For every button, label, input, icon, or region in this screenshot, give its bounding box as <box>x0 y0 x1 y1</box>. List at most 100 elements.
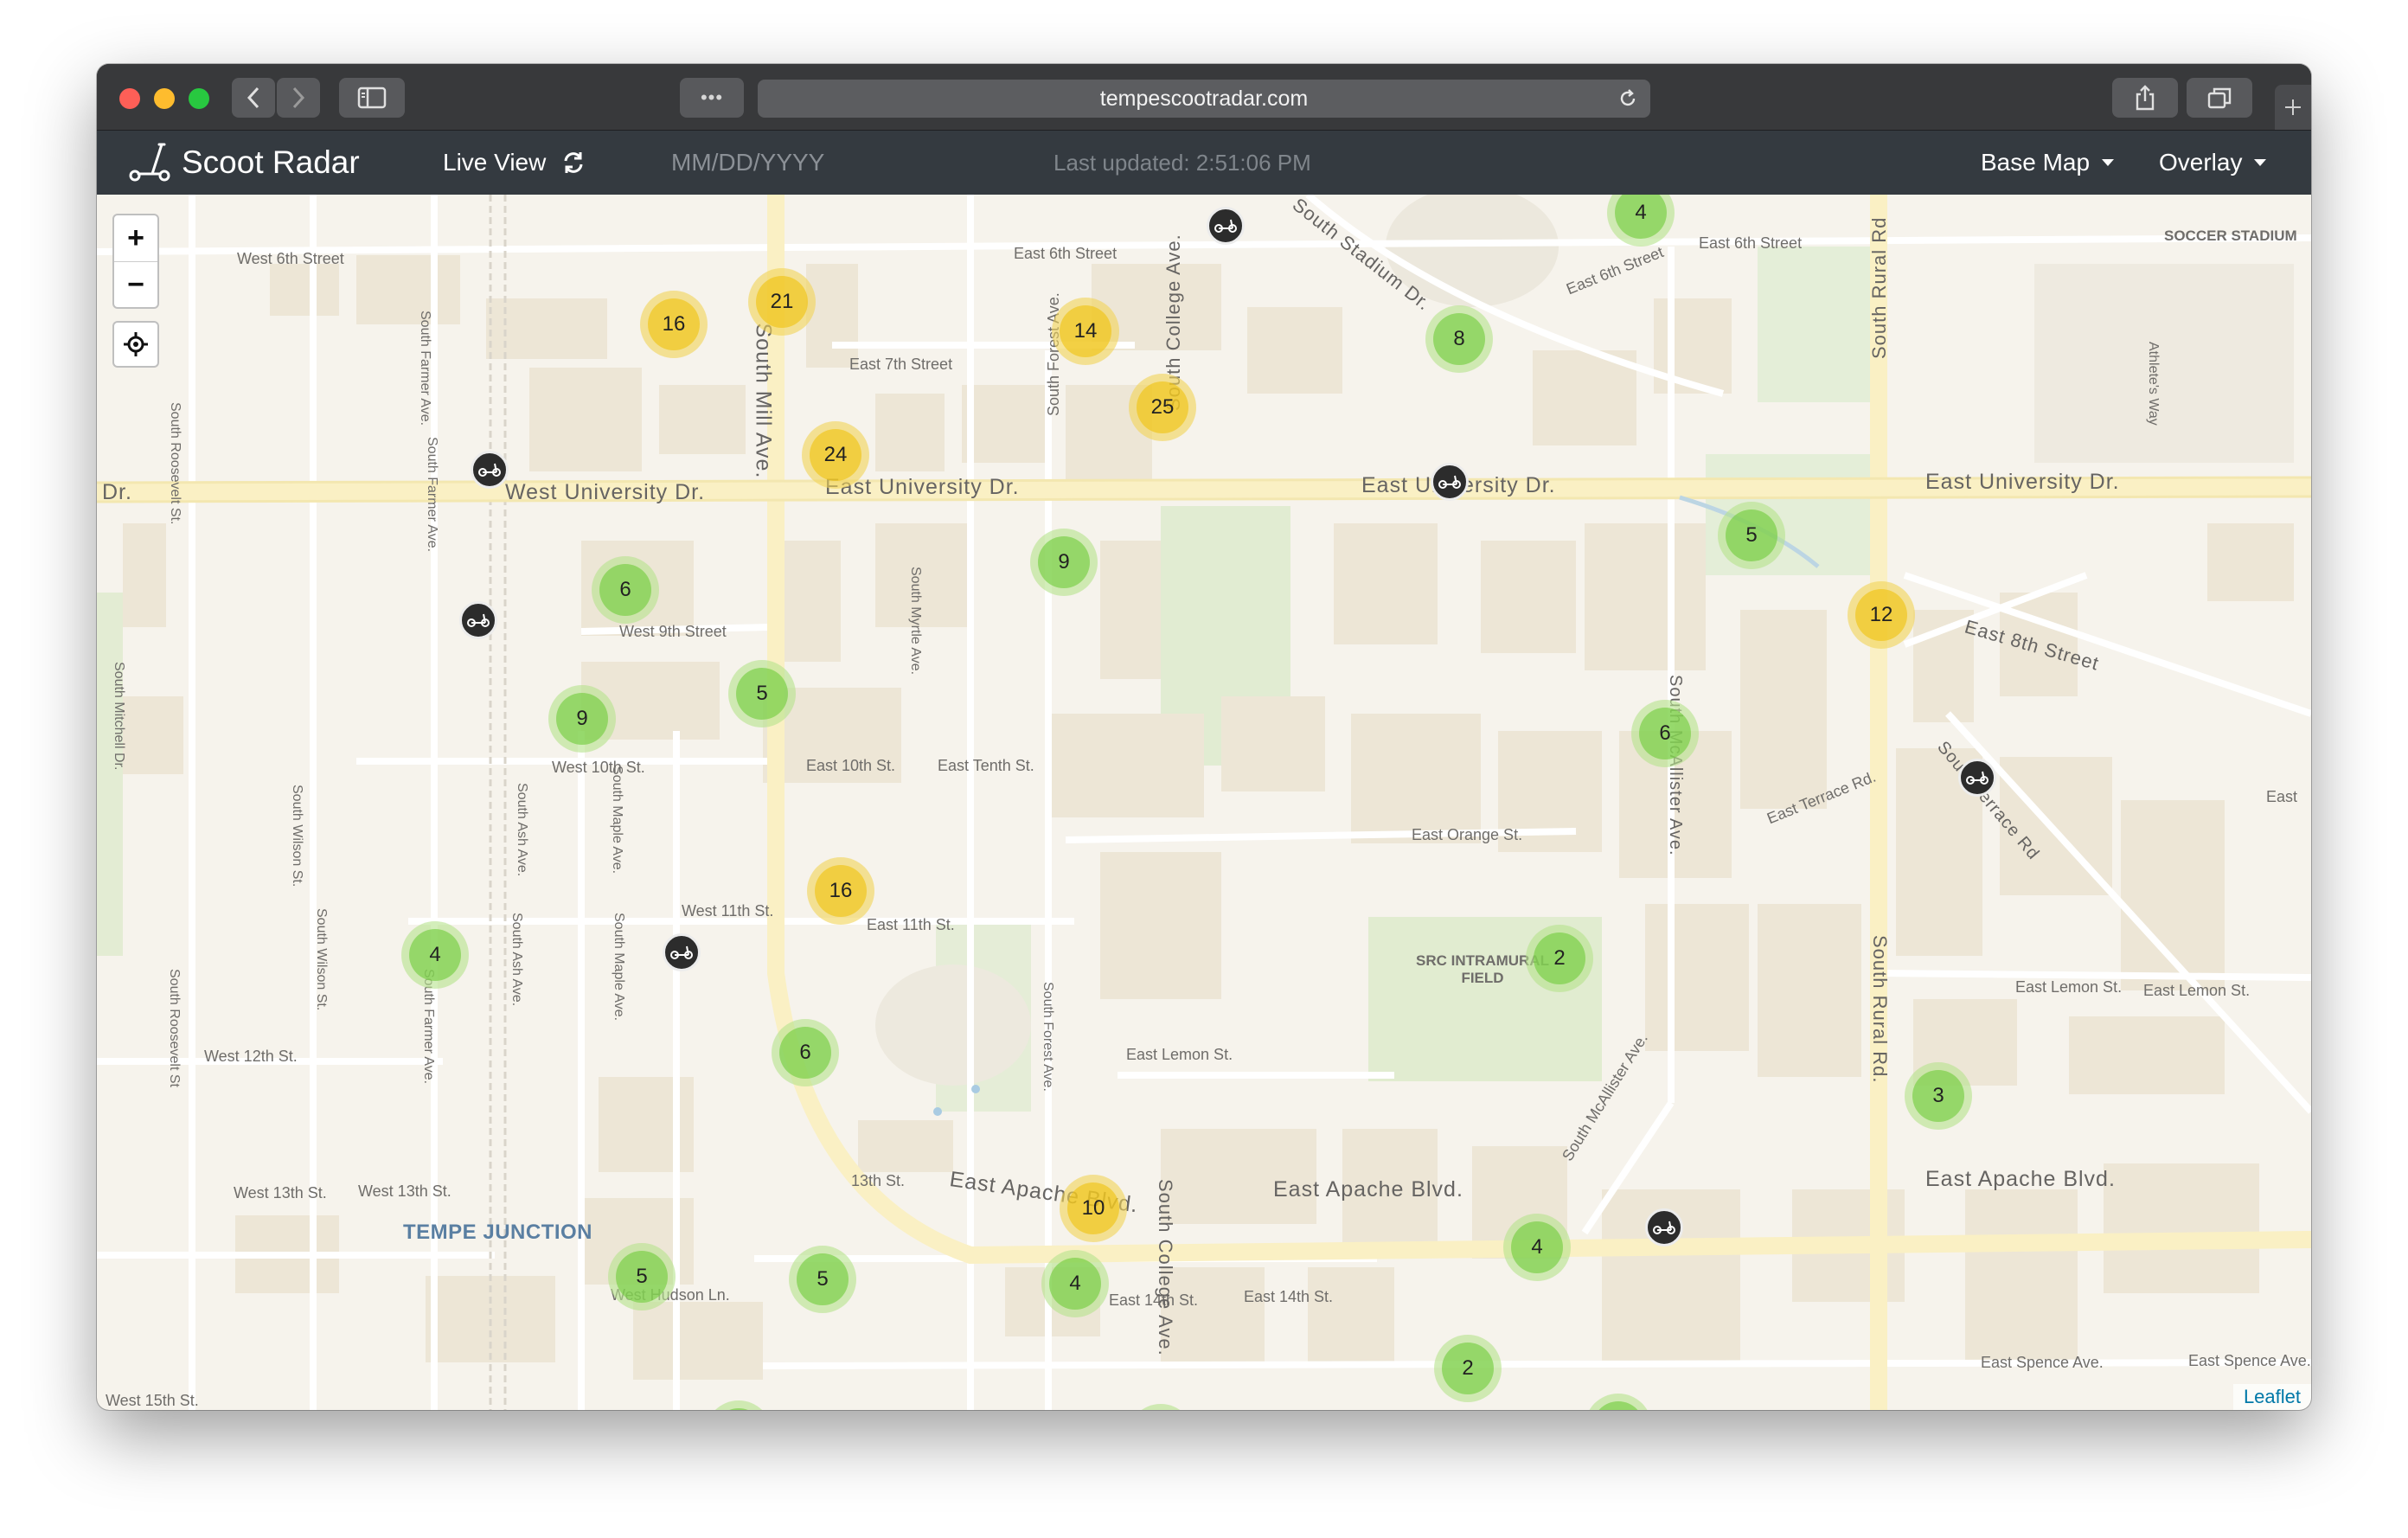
cluster-marker[interactable]: 24 <box>802 421 869 489</box>
scooter-icon <box>1653 1221 1675 1234</box>
overlay-dropdown[interactable]: Overlay <box>2159 131 2267 195</box>
scooter-marker[interactable] <box>459 601 497 639</box>
road-label: East Spence Ave. <box>2188 1352 2311 1369</box>
cluster-marker[interactable]: 10 <box>1060 1175 1127 1242</box>
road-label: East Spence Ave. <box>1981 1354 2104 1371</box>
scooter-icon <box>1966 771 1989 785</box>
map[interactable]: West 6th Street East 6th Street East 6th… <box>97 195 2311 1410</box>
road-label: East 6th Street <box>1699 234 1803 252</box>
scooter-marker[interactable] <box>1645 1208 1683 1246</box>
cluster-count: 4 <box>409 929 461 981</box>
tab-overview-button[interactable]: ••• <box>680 78 744 118</box>
locate-button[interactable] <box>112 321 159 368</box>
road-label: East Apache Blvd. <box>1273 1177 1463 1202</box>
poi-label-soccer-stadium: SOCCER STADIUM <box>2164 227 2297 244</box>
address-bar[interactable]: tempescootradar.com <box>758 80 1650 118</box>
scooter-marker[interactable] <box>663 933 701 971</box>
scooter-icon <box>478 463 501 477</box>
road-label: East 11th St. <box>867 916 955 933</box>
road-label: West 15th St. <box>106 1392 199 1409</box>
cluster-marker[interactable]: 2 <box>1434 1335 1502 1402</box>
road-label: West 13th St. <box>234 1184 327 1202</box>
road-label: South Farmer Ave. <box>425 437 439 553</box>
cluster-marker[interactable]: 16 <box>807 857 874 925</box>
zoom-control: + − <box>112 214 159 309</box>
sidebar-icon <box>357 87 387 109</box>
scooter-logo-icon <box>129 143 170 182</box>
live-view-button[interactable]: Live View <box>443 131 586 195</box>
road-label: East 6th Street <box>1014 245 1118 262</box>
caret-down-icon <box>2254 159 2267 166</box>
cluster-marker[interactable]: 25 <box>1129 374 1196 441</box>
road-label: East Apache Blvd. <box>1925 1167 2116 1191</box>
cluster-count: 14 <box>1060 305 1111 357</box>
brand[interactable]: Scoot Radar <box>126 131 360 195</box>
road-label: 13th St. <box>851 1172 906 1189</box>
minimize-window-button[interactable] <box>154 88 175 109</box>
tabs-button[interactable] <box>2187 78 2252 118</box>
cluster-marker[interactable]: 21 <box>748 268 816 336</box>
share-icon <box>2136 85 2155 111</box>
zoom-window-button[interactable] <box>189 88 209 109</box>
app-navbar: Scoot Radar Live View MM/DD/YYYY Last up… <box>97 131 2311 195</box>
back-button[interactable] <box>232 78 275 118</box>
road-label: South Ash Ave. <box>509 913 524 1007</box>
last-updated-text: Last updated: 2:51:06 PM <box>1054 149 1311 176</box>
cluster-marker[interactable]: 4 <box>1503 1214 1571 1281</box>
cluster-marker[interactable]: 9 <box>548 685 616 753</box>
road-label: Dr. <box>102 480 132 504</box>
scooter-icon <box>670 945 693 959</box>
zoom-out-button[interactable]: − <box>114 262 157 308</box>
overlay-label: Overlay <box>2159 149 2243 176</box>
reload-icon[interactable] <box>1617 88 1638 109</box>
base-map-dropdown[interactable]: Base Map <box>1981 131 2115 195</box>
scooter-marker[interactable] <box>1207 207 1245 245</box>
chevron-left-icon <box>247 87 259 109</box>
cluster-marker[interactable]: 8 <box>1425 305 1493 373</box>
cluster-marker[interactable]: 14 <box>1052 298 1119 365</box>
new-tab-button[interactable] <box>2275 85 2311 130</box>
cluster-count: 12 <box>1855 589 1907 641</box>
cluster-marker[interactable]: 4 <box>401 921 469 989</box>
refresh-icon <box>564 152 583 173</box>
cluster-marker[interactable]: 5 <box>1718 502 1785 569</box>
scooter-marker[interactable] <box>471 451 509 489</box>
crosshair-icon <box>124 332 148 356</box>
road-label: South Maple Ave. <box>612 913 626 1022</box>
cluster-marker[interactable]: 5 <box>789 1246 856 1313</box>
cluster-marker[interactable]: 5 <box>728 660 796 727</box>
cluster-count: 25 <box>1137 381 1188 433</box>
cluster-marker[interactable]: 6 <box>592 556 659 624</box>
cluster-marker[interactable]: 3 <box>1905 1062 1972 1130</box>
cluster-marker[interactable]: 4 <box>1041 1250 1109 1317</box>
sidebar-toggle-button[interactable] <box>339 78 405 118</box>
cluster-marker[interactable]: 2 <box>1526 925 1593 992</box>
cluster-marker[interactable]: 16 <box>640 291 708 358</box>
scooter-marker[interactable] <box>1958 759 1996 797</box>
share-button[interactable] <box>2112 78 2178 118</box>
date-input[interactable]: MM/DD/YYYY <box>671 131 824 195</box>
road-label: East Lemon St. <box>2015 978 2123 996</box>
tabs-icon <box>2207 87 2232 109</box>
cluster-marker[interactable]: 6 <box>1631 700 1699 767</box>
attribution-link[interactable]: Leaflet <box>2232 1384 2311 1410</box>
plus-icon <box>2285 99 2301 115</box>
forward-button[interactable] <box>277 78 320 118</box>
cluster-count: 4 <box>1615 195 1667 239</box>
road-label: East Lemon St. <box>1126 1046 1233 1063</box>
zoom-in-button[interactable]: + <box>114 215 157 262</box>
cluster-count: 6 <box>779 1027 831 1079</box>
road-label: West 10th St. <box>552 759 645 776</box>
cluster-marker[interactable]: 12 <box>1848 581 1915 649</box>
cluster-count: 2 <box>1534 932 1585 984</box>
live-view-label: Live View <box>443 149 547 176</box>
scooter-marker[interactable] <box>1431 463 1469 501</box>
close-window-button[interactable] <box>119 88 140 109</box>
cluster-marker[interactable]: 9 <box>1030 529 1098 596</box>
road-label: South Roosevelt St. <box>168 402 183 525</box>
road-label: South Rural Rd <box>1868 216 1890 359</box>
cluster-marker[interactable]: 5 <box>608 1243 676 1311</box>
cluster-marker[interactable]: 6 <box>772 1019 839 1086</box>
road-label: South Rural Rd. <box>1869 935 1891 1084</box>
road-label: South Farmer Ave. <box>418 311 432 426</box>
